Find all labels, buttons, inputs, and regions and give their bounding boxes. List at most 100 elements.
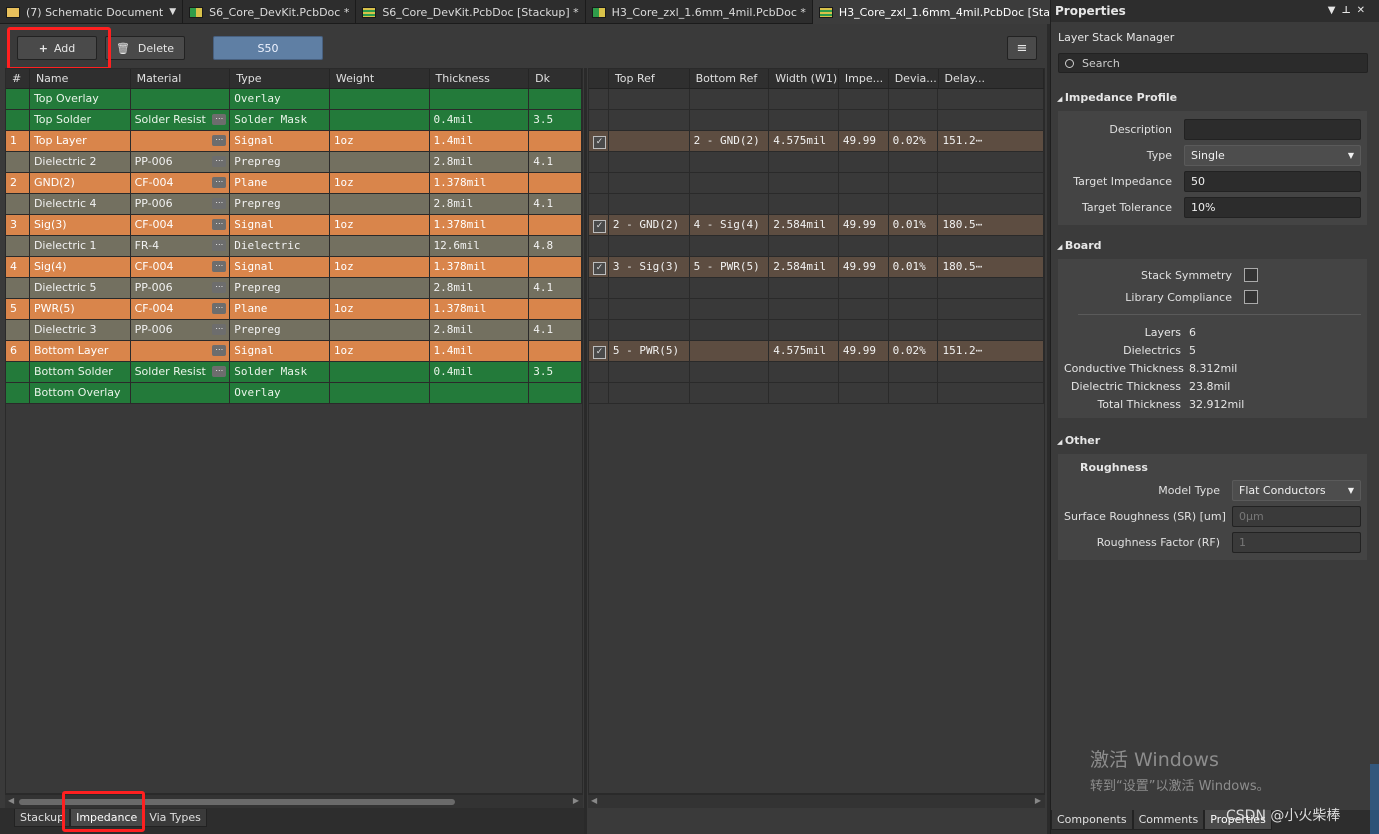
cell-delay[interactable] [938, 173, 1044, 193]
scroll-left-icon[interactable]: ◀ [591, 796, 597, 805]
table-splitter[interactable] [584, 68, 587, 834]
cell-imp[interactable] [839, 362, 889, 382]
checkbox-checked-icon[interactable]: ✓ [593, 262, 606, 275]
cell-delay[interactable]: 180.5⋯ [938, 215, 1044, 235]
table-row[interactable] [589, 383, 1044, 404]
table-row[interactable]: ✓ 2 - GND(2) 4.575mil 49.99 0.02% 151.2⋯ [589, 131, 1044, 152]
cell-weight[interactable] [330, 278, 430, 298]
cell-enabled[interactable] [589, 173, 609, 193]
cell-top_ref[interactable] [609, 152, 690, 172]
cell-material[interactable]: CF-004 ⋯ [131, 299, 231, 319]
cell-dk[interactable]: 4.1 [529, 152, 582, 172]
cell-imp[interactable]: 49.99 [839, 131, 889, 151]
column-header[interactable]: Name [30, 69, 131, 88]
cell-weight[interactable]: 1oz [330, 173, 430, 193]
cell-dev[interactable] [889, 89, 939, 109]
cell-num[interactable] [6, 194, 30, 214]
cell-top_ref[interactable] [609, 110, 690, 130]
cell-name[interactable]: GND(2) [30, 173, 131, 193]
table-row[interactable]: 1 Top Layer ⋯ Signal 1oz 1.4mil [6, 131, 582, 152]
table-row[interactable]: ✓ 5 - PWR(5) 4.575mil 49.99 0.02% 151.2⋯ [589, 341, 1044, 362]
cell-dev[interactable] [889, 152, 939, 172]
stack-symmetry-checkbox[interactable] [1244, 268, 1258, 282]
cell-delay[interactable] [938, 110, 1044, 130]
cell-width[interactable] [769, 278, 839, 298]
cell-dk[interactable]: 4.1 [529, 278, 582, 298]
cell-dk[interactable]: 3.5 [529, 362, 582, 382]
table-row[interactable] [589, 278, 1044, 299]
cell-delay[interactable] [938, 89, 1044, 109]
column-header[interactable]: Devia... [889, 69, 939, 88]
cell-type[interactable]: Dielectric [230, 236, 330, 256]
cell-dk[interactable] [529, 215, 582, 235]
cell-enabled[interactable] [589, 320, 609, 340]
cell-dk[interactable]: 4.8 [529, 236, 582, 256]
cell-delay[interactable]: 151.2⋯ [938, 131, 1044, 151]
cell-dev[interactable] [889, 362, 939, 382]
table-row[interactable]: 5 PWR(5) CF-004 ⋯ Plane 1oz 1.378mil [6, 299, 582, 320]
cell-imp[interactable]: 49.99 [839, 257, 889, 277]
cell-imp[interactable]: 49.99 [839, 341, 889, 361]
document-tab[interactable]: H3_Core_zxl_1.6mm_4mil.PcbDoc * [586, 0, 813, 24]
cell-imp[interactable] [839, 236, 889, 256]
cell-bottom_ref[interactable] [690, 194, 770, 214]
tab-via-types[interactable]: Via Types [143, 809, 207, 827]
roughness-factor-field[interactable]: 1 [1232, 531, 1361, 553]
column-header[interactable]: Top Ref [609, 69, 690, 88]
cell-imp[interactable] [839, 194, 889, 214]
pin-icon[interactable]: ⊥ [1341, 5, 1356, 16]
cell-type[interactable]: Signal [230, 131, 330, 151]
cell-name[interactable]: Top Overlay [30, 89, 131, 109]
more-options-icon[interactable]: ⋯ [212, 114, 227, 125]
cell-bottom_ref[interactable] [690, 173, 770, 193]
cell-top_ref[interactable] [609, 173, 690, 193]
cell-name[interactable]: Dielectric 3 [30, 320, 131, 340]
cell-type[interactable]: Prepreg [230, 320, 330, 340]
cell-imp[interactable] [839, 152, 889, 172]
target-tolerance-field[interactable]: 10% [1184, 196, 1361, 218]
cell-enabled[interactable]: ✓ [589, 215, 609, 235]
cell-weight[interactable] [330, 152, 430, 172]
cell-bottom_ref[interactable] [690, 362, 770, 382]
cell-delay[interactable]: 151.2⋯ [938, 341, 1044, 361]
cell-top_ref[interactable] [609, 320, 690, 340]
cell-dev[interactable]: 0.01% [889, 215, 939, 235]
cell-num[interactable] [6, 152, 30, 172]
document-tab[interactable]: S6_Core_DevKit.PcbDoc * [183, 0, 357, 24]
more-options-icon[interactable]: ⋯ [212, 261, 227, 272]
other-heading[interactable]: Other [1051, 434, 1379, 450]
cell-bottom_ref[interactable] [690, 236, 770, 256]
cell-enabled[interactable] [589, 110, 609, 130]
cell-weight[interactable] [330, 110, 430, 130]
cell-thickness[interactable]: 1.378mil [430, 173, 530, 193]
cell-dev[interactable] [889, 173, 939, 193]
cell-thickness[interactable]: 1.4mil [430, 341, 530, 361]
cell-type[interactable]: Plane [230, 299, 330, 319]
cell-num[interactable] [6, 236, 30, 256]
chevron-down-icon[interactable]: ▼ [169, 7, 176, 17]
table-row[interactable]: ✓ 3 - Sig(3) 5 - PWR(5) 2.584mil 49.99 0.01% 1… [589, 257, 1044, 278]
cell-imp[interactable]: 49.99 [839, 215, 889, 235]
cell-type[interactable]: Prepreg [230, 152, 330, 172]
cell-top_ref[interactable] [609, 89, 690, 109]
cell-enabled[interactable] [589, 299, 609, 319]
cell-material[interactable]: CF-004 ⋯ [131, 215, 231, 235]
cell-bottom_ref[interactable] [690, 383, 770, 403]
cell-material[interactable]: PP-006 ⋯ [131, 320, 231, 340]
cell-type[interactable]: Prepreg [230, 194, 330, 214]
column-header[interactable]: Thickness [430, 69, 530, 88]
cell-thickness[interactable]: 2.8mil [430, 320, 530, 340]
cell-width[interactable] [769, 236, 839, 256]
cell-type[interactable]: Prepreg [230, 278, 330, 298]
cell-width[interactable] [769, 110, 839, 130]
cell-delay[interactable] [938, 236, 1044, 256]
table-row[interactable]: 4 Sig(4) CF-004 ⋯ Signal 1oz 1.378mil [6, 257, 582, 278]
table-row[interactable]: Dielectric 2 PP-006 ⋯ Prepreg 2.8mil 4.1 [6, 152, 582, 173]
cell-imp[interactable] [839, 383, 889, 403]
cell-enabled[interactable] [589, 362, 609, 382]
cell-num[interactable]: 3 [6, 215, 30, 235]
search-input[interactable]: Search [1058, 53, 1368, 73]
cell-bottom_ref[interactable]: 2 - GND(2) [690, 131, 770, 151]
cell-width[interactable] [769, 89, 839, 109]
document-tab[interactable]: S6_Core_DevKit.PcbDoc [Stackup] * [356, 0, 586, 24]
